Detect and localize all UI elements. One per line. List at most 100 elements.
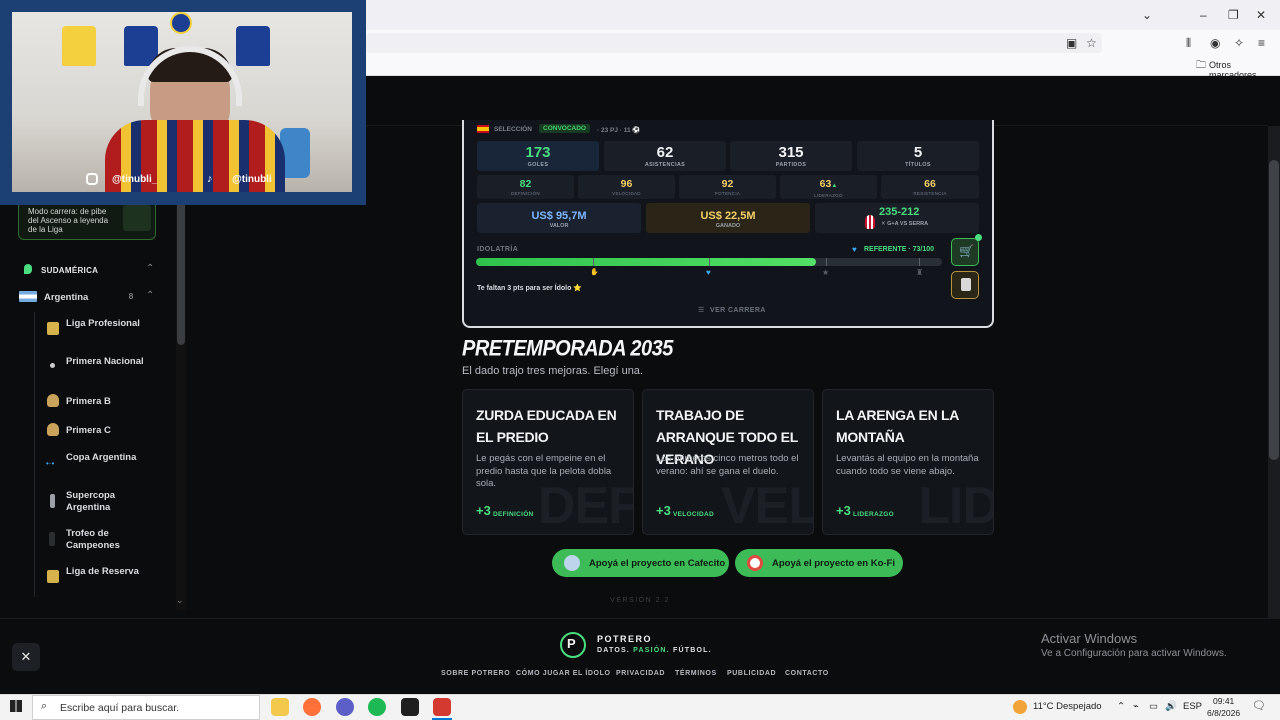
firefox-icon[interactable] bbox=[303, 698, 321, 716]
rival-box: 235-212 ✕ G+A VS SERRA bbox=[815, 203, 979, 233]
country-argentina[interactable]: Argentina bbox=[44, 292, 88, 304]
attr-potencia: 92 POTENCIA bbox=[679, 175, 776, 199]
stat-label: PARTIDOS bbox=[775, 162, 807, 168]
close-icon[interactable]: ✕ bbox=[1256, 8, 1266, 22]
folder-icon: 🗀 bbox=[1196, 60, 1206, 71]
weather-text[interactable]: 11°C Despejado bbox=[1033, 701, 1102, 712]
windows-start-icon[interactable] bbox=[10, 700, 22, 712]
minimize-icon[interactable]: – bbox=[1200, 8, 1207, 22]
league-copa-argentina[interactable]: Copa Argentina bbox=[66, 452, 146, 464]
menu-icon[interactable]: ≡ bbox=[1258, 36, 1265, 50]
tray-expand-icon[interactable]: ⌃ bbox=[1117, 701, 1125, 712]
footer-link-publicidad[interactable]: PUBLICIDAD bbox=[727, 670, 776, 677]
league-liga-profesional[interactable]: Liga Profesional bbox=[66, 318, 146, 330]
stat-label: GOLES bbox=[527, 162, 549, 168]
stat-label: TÍTULOS bbox=[905, 162, 931, 168]
tree-line bbox=[34, 312, 35, 597]
clock-date[interactable]: 6/8/2026 bbox=[1207, 708, 1240, 718]
shop-button[interactable]: 🛒 bbox=[951, 238, 979, 266]
choice-plus: +3 bbox=[836, 503, 851, 518]
attr-label: VELOCIDAD bbox=[612, 191, 641, 196]
logo-letter: P bbox=[567, 636, 576, 651]
league-supercopa-argentina[interactable]: Supercopa Argentina bbox=[66, 490, 146, 514]
hand-icon: ✋ bbox=[590, 269, 599, 276]
attr-resistencia: 66 RESISTENCIA bbox=[881, 175, 979, 199]
account-icon[interactable]: ◉ bbox=[1210, 36, 1220, 50]
sidebar-scroll-thumb[interactable] bbox=[177, 190, 185, 345]
clipboard-button[interactable] bbox=[951, 271, 979, 299]
choice-desc: Levantás al equipo en la montaña cuando … bbox=[836, 453, 979, 477]
cafecito-button[interactable]: Apoyá el proyecto en Cafecito bbox=[552, 549, 729, 577]
choice-card-liderazgo[interactable]: LID LA ARENGA EN LA MONTAÑA Levantás al … bbox=[822, 389, 994, 535]
choice-desc: Le pegás con el empeine en el predio has… bbox=[476, 453, 612, 489]
page-scroll-thumb[interactable] bbox=[1269, 160, 1279, 460]
valor-box: US$ 95,7M VALOR bbox=[477, 203, 641, 233]
choice-title: LA ARENGA EN LA MONTAÑA bbox=[836, 407, 959, 445]
copa-argentina-icon: •·• bbox=[46, 459, 55, 468]
attr-value: 96 bbox=[620, 178, 633, 190]
stat-value: 5 bbox=[913, 144, 923, 161]
stat-value: 62 bbox=[656, 144, 674, 161]
rival-label: G+A VS SERRA bbox=[887, 221, 929, 227]
up-arrow-icon: ▲ bbox=[831, 183, 838, 189]
chevron-up-icon[interactable]: ⌃ bbox=[146, 290, 154, 301]
league-primera-b[interactable]: Primera B bbox=[66, 396, 111, 408]
league-trofeo-campeones[interactable]: Trofeo de Campeones bbox=[66, 528, 146, 552]
weather-icon[interactable] bbox=[1013, 700, 1027, 714]
league-primera-c[interactable]: Primera C bbox=[66, 425, 111, 437]
footer-link-contacto[interactable]: CONTACTO bbox=[785, 670, 829, 677]
primera-nacional-icon bbox=[50, 363, 55, 368]
footer-link-privacidad[interactable]: PRIVACIDAD bbox=[616, 670, 665, 677]
reader-icon[interactable]: ▣ bbox=[1066, 36, 1077, 50]
footer-link-sobre[interactable]: SOBRE POTRERO bbox=[441, 670, 510, 677]
maximize-icon[interactable]: ❐ bbox=[1228, 8, 1239, 22]
stat-partidos: 315 PARTIDOS bbox=[730, 141, 852, 171]
cart-icon: 🛒 bbox=[959, 244, 974, 258]
clock-time[interactable]: 09:41 bbox=[1213, 696, 1234, 706]
potrero-logo-icon[interactable]: P bbox=[560, 632, 586, 658]
notification-dot bbox=[975, 234, 982, 241]
file-explorer-icon[interactable] bbox=[271, 698, 289, 716]
volume-icon[interactable]: 🔊 bbox=[1165, 701, 1177, 712]
obs-icon[interactable] bbox=[401, 698, 419, 716]
network-icon[interactable]: ⌁ bbox=[1133, 701, 1139, 712]
stat-asistencias: 62 ASISTENCIAS bbox=[604, 141, 726, 171]
league-primera-nacional[interactable]: Primera Nacional bbox=[66, 356, 146, 368]
url-bar[interactable] bbox=[366, 33, 1102, 53]
attr-label: DEFINICIÓN bbox=[510, 191, 540, 196]
stream-deck-icon[interactable] bbox=[433, 698, 451, 716]
choice-card-definicion[interactable]: DEF ZURDA EDUCADA EN EL PREDIO Le pegás … bbox=[462, 389, 634, 535]
ver-carrera-link[interactable]: VER CARRERA bbox=[710, 307, 766, 314]
argentina-flag-icon bbox=[19, 291, 37, 302]
attr-label: LIDERAZGO bbox=[814, 193, 843, 198]
chevron-up-icon[interactable]: ⌃ bbox=[146, 263, 154, 274]
footer-link-como-jugar[interactable]: CÓMO JUGAR EL ÍDOLO bbox=[516, 670, 611, 677]
bar-tick bbox=[593, 258, 594, 266]
taskbar-search[interactable]: ⌕ Escribe aquí para buscar. bbox=[32, 695, 260, 720]
trophy-icon: ♜ bbox=[916, 268, 924, 277]
choice-card-velocidad[interactable]: VEL TRABAJO DE ARRANQUE TODO EL VERANO L… bbox=[642, 389, 814, 535]
footer-link-terminos[interactable]: TÉRMINOS bbox=[675, 670, 717, 677]
spotify-icon[interactable] bbox=[368, 698, 386, 716]
library-icon[interactable]: ⫴ bbox=[1186, 36, 1191, 50]
messenger-icon[interactable] bbox=[336, 698, 354, 716]
notifications-icon[interactable]: 🗨 bbox=[1252, 699, 1266, 712]
kofi-button[interactable]: Apoyá el proyecto en Ko-Fi bbox=[735, 549, 903, 577]
battery-icon[interactable]: ▭ bbox=[1149, 701, 1158, 712]
map-pin-icon bbox=[24, 264, 32, 274]
section-sudamerica[interactable]: SUDAMÉRICA bbox=[41, 266, 98, 275]
bookmark-star-icon[interactable]: ☆ bbox=[1086, 36, 1097, 50]
star-icon: ★ bbox=[822, 268, 830, 277]
stat-value: 173 bbox=[525, 144, 551, 161]
league-liga-reserva[interactable]: Liga de Reserva bbox=[66, 566, 146, 578]
x-social-button[interactable]: ✕ bbox=[12, 643, 40, 671]
taskbar-search-placeholder: Escribe aquí para buscar. bbox=[60, 702, 180, 714]
trofeo-campeones-icon bbox=[49, 532, 55, 546]
extensions-icon[interactable]: ✧ bbox=[1234, 36, 1244, 50]
referente-label: REFERENTE · 73/100 bbox=[864, 246, 935, 253]
language-indicator[interactable]: ESP bbox=[1183, 701, 1202, 712]
cafecito-icon bbox=[564, 555, 580, 571]
chevron-down-icon[interactable]: ⌄ bbox=[1142, 8, 1152, 22]
footer-tagline: DATOS. PASIÓN. FÚTBOL. bbox=[597, 647, 712, 654]
cafecito-label: Apoyá el proyecto en Cafecito bbox=[589, 558, 726, 569]
